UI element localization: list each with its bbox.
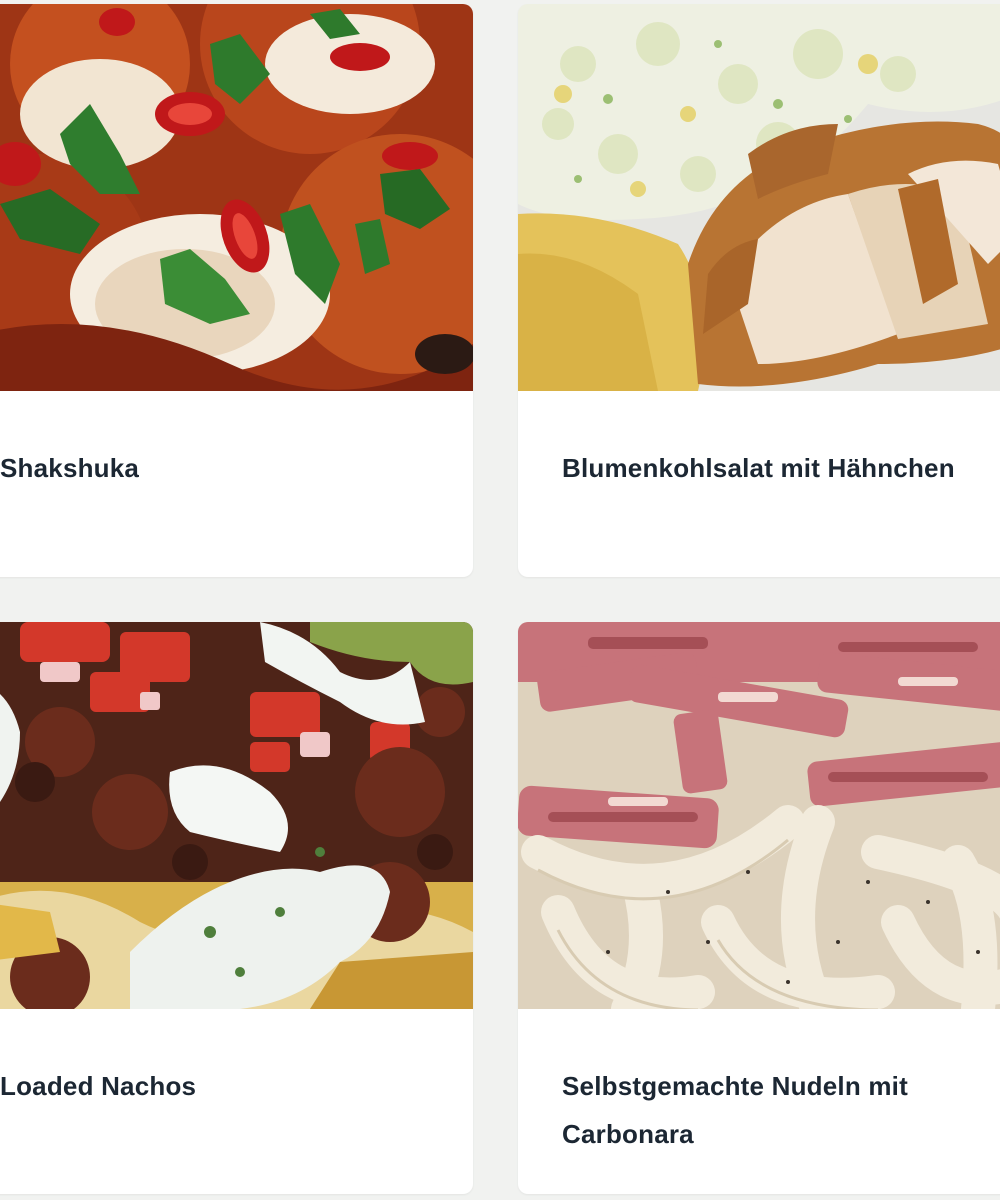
recipe-title[interactable]: Shakshuka — [0, 444, 139, 492]
recipe-card-blumenkohlsalat[interactable]: Blumenkohlsalat mit Hähnchen — [518, 4, 1000, 577]
recipe-title[interactable]: Loaded Nachos — [0, 1062, 196, 1110]
recipe-title[interactable]: Blumenkohlsalat mit Hähnchen — [562, 444, 955, 492]
loaded-nachos-photo — [0, 622, 473, 1009]
carbonara-noodles-photo — [518, 622, 1000, 1009]
recipe-card-shakshuka[interactable]: Shakshuka — [0, 4, 473, 577]
recipe-card-loaded-nachos[interactable]: Loaded Nachos — [0, 622, 473, 1194]
recipe-photo-blumenkohlsalat[interactable] — [518, 4, 1000, 391]
recipe-photo-carbonara[interactable] — [518, 622, 1000, 1009]
recipe-photo-loaded-nachos[interactable] — [0, 622, 473, 1009]
recipe-photo-shakshuka[interactable] — [0, 4, 473, 391]
cauliflower-chicken-photo — [518, 4, 1000, 391]
recipe-title[interactable]: Selbstgemachte Nudeln mit Carbonara — [562, 1062, 982, 1158]
recipe-grid: Shakshuka Blumenkohlsalat mit Hähnchen L… — [0, 0, 1000, 1200]
recipe-card-carbonara[interactable]: Selbstgemachte Nudeln mit Carbonara — [518, 622, 1000, 1194]
shakshuka-photo — [0, 4, 473, 391]
